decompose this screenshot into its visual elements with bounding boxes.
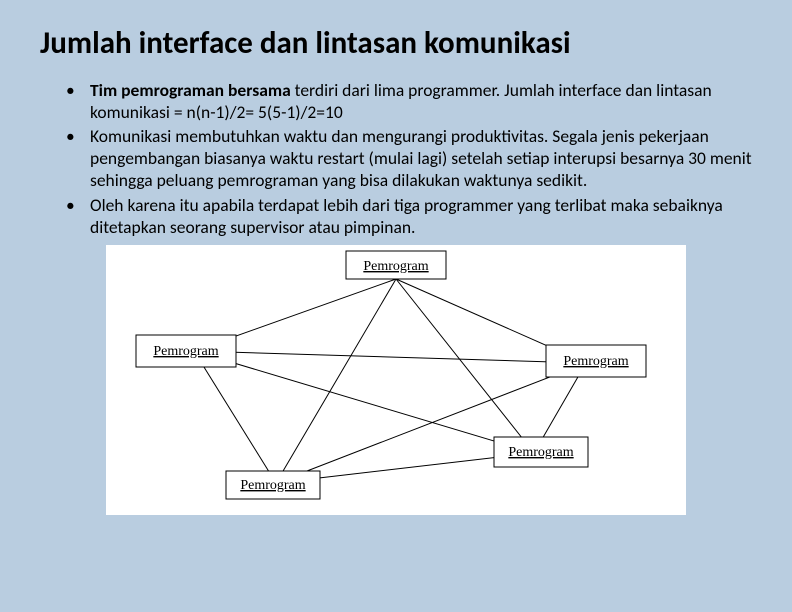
node-right-label: Pemrogram: [563, 354, 628, 369]
slide-title: Jumlah interface dan lintasan komunikasi: [40, 26, 752, 62]
node-top-label: Pemrogram: [363, 259, 428, 274]
bullet-list: Tim pemrograman bersama terdiri dari lim…: [40, 80, 752, 239]
bullet-item-2: Komunikasi membutuhkan waktu dan mengura…: [84, 126, 752, 192]
node-left-label: Pemrogram: [153, 344, 218, 359]
bullet-item-3: Oleh karena itu apabila terdapat lebih d…: [84, 195, 752, 239]
communication-diagram: Pemrogram Pemrogram Pemrogram Pemrogram …: [106, 245, 686, 515]
slide: Jumlah interface dan lintasan komunikasi…: [0, 0, 792, 612]
node-bottom-right: Pemrogram: [494, 437, 588, 467]
bullet-1-bold: Tim pemrograman bersama: [90, 79, 291, 101]
node-bottom-left: Pemrogram: [226, 471, 320, 499]
diagram-svg: Pemrogram Pemrogram Pemrogram Pemrogram …: [106, 245, 686, 515]
node-right: Pemrogram: [546, 345, 646, 377]
node-bottom-right-label: Pemrogram: [508, 445, 573, 460]
node-bottom-left-label: Pemrogram: [240, 478, 305, 493]
bullet-item-1: Tim pemrograman bersama terdiri dari lim…: [84, 80, 752, 124]
node-top: Pemrogram: [346, 251, 446, 279]
node-left: Pemrogram: [136, 335, 236, 367]
